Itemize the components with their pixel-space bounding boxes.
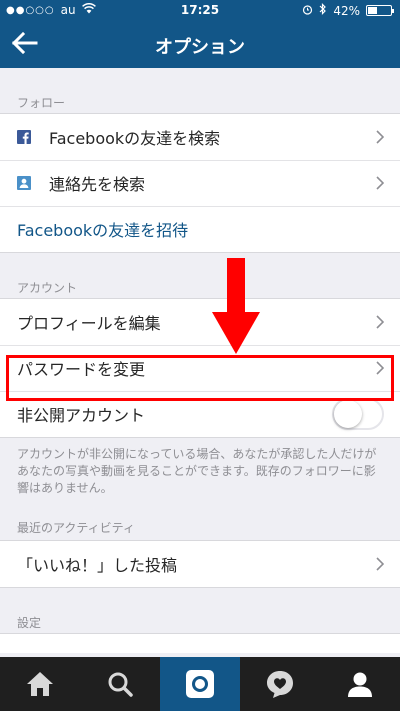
camera-icon[interactable]: [160, 657, 240, 711]
home-icon[interactable]: [0, 657, 80, 711]
red-arrow-annotation: [210, 258, 262, 354]
chevron-right-icon: [376, 361, 384, 375]
row-label: 連絡先を検索: [49, 175, 146, 194]
invite-facebook-friends-link[interactable]: Facebookの友達を招待: [17, 217, 400, 241]
find-facebook-friends-row[interactable]: Facebookの友達を検索: [0, 114, 400, 160]
page-title: オプション: [155, 37, 245, 58]
chevron-right-icon: [376, 315, 384, 329]
row-label: 「いいね！」した投稿: [17, 556, 178, 575]
status-bar: ●●○○○ au 17:25 42%: [0, 0, 400, 20]
chevron-right-icon: [376, 130, 384, 144]
settings-group: [0, 633, 400, 653]
search-icon[interactable]: [80, 657, 160, 711]
follow-group: Facebookの友達を検索 連絡先を検索 Facebookの友達を招待: [0, 113, 400, 253]
row-label: Facebookの友達を検索: [49, 129, 221, 148]
toggle-knob: [334, 400, 362, 428]
section-header-settings: 設定: [17, 616, 42, 630]
section-header-activity: 最近のアクティビティ: [17, 521, 135, 535]
section-header-account: アカウント: [17, 281, 78, 295]
activity-group: 「いいね！」した投稿: [0, 540, 400, 588]
nav-bar: オプション: [0, 20, 400, 68]
change-password-row[interactable]: パスワードを変更: [0, 345, 400, 391]
battery-level: [368, 7, 378, 14]
private-account-note: アカウントが非公開になっている場合、あなたが承認した人だけがあなたの写真や動画を…: [17, 447, 377, 495]
alarm-icon: [302, 4, 313, 18]
battery-percent: 42%: [333, 3, 360, 18]
invite-facebook-friends-row[interactable]: Facebookの友達を招待: [0, 206, 400, 252]
section-header-follow: フォロー: [17, 96, 66, 110]
row-label: パスワードを変更: [17, 360, 146, 379]
account-group: プロフィールを編集 パスワードを変更 非公開アカウント: [0, 298, 400, 438]
header: ●●○○○ au 17:25 42% オプション: [0, 0, 400, 68]
tab-bar: [0, 657, 400, 711]
private-account-toggle[interactable]: [332, 398, 384, 430]
row-label: プロフィールを編集: [17, 314, 161, 333]
activity-heart-icon[interactable]: [240, 657, 320, 711]
battery-icon: [366, 5, 394, 16]
chevron-right-icon: [376, 557, 384, 571]
private-account-row: 非公開アカウント: [0, 391, 400, 437]
options-list[interactable]: フォロー Facebookの友達を検索 連絡先を検索 Facebookの友達を招…: [0, 68, 400, 657]
chevron-right-icon: [376, 176, 384, 190]
liked-posts-row[interactable]: 「いいね！」した投稿: [0, 541, 400, 587]
find-contacts-row[interactable]: 連絡先を検索: [0, 160, 400, 206]
profile-icon[interactable]: [320, 657, 400, 711]
edit-profile-row[interactable]: プロフィールを編集: [0, 299, 400, 345]
facebook-icon: [17, 130, 31, 144]
contacts-icon: [17, 176, 31, 190]
bluetooth-icon: [319, 3, 327, 18]
